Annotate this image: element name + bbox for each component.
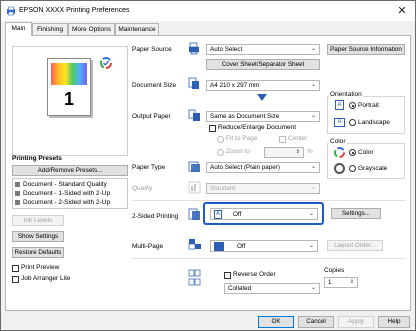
color-label: Color [358, 149, 374, 156]
percent-label: % [307, 148, 313, 155]
preview-page-number: 1 [63, 89, 74, 109]
paper-type-icon [188, 161, 200, 172]
chevron-down-icon: ⌄ [310, 164, 316, 170]
quality-icon [188, 181, 201, 194]
document-size-select[interactable]: A4 210 x 297 mm ⌄ [206, 80, 320, 91]
job-arranger-checkbox[interactable] [12, 276, 19, 283]
show-settings-button[interactable]: Show Settings [12, 231, 64, 242]
print-preview-label: Print Preview [21, 264, 60, 271]
close-icon[interactable]: ✕ [395, 4, 409, 18]
zoom-to-label: Zoom to [226, 148, 250, 155]
fit-to-page-radio[interactable] [217, 136, 224, 143]
multi-page-label: Multi-Page [132, 243, 164, 250]
output-paper-label: Output Paper [132, 113, 171, 120]
color-radio[interactable] [349, 149, 356, 156]
chevron-down-icon: ⌄ [310, 82, 316, 88]
reduce-enlarge-label: Reduce/Enlarge Document [218, 124, 297, 131]
color-circle-icon [334, 147, 345, 158]
color-title: Color [329, 138, 347, 145]
portrait-icon: A [335, 100, 344, 110]
window-title: EPSON XXXX Printing Preferences [19, 7, 130, 14]
two-sided-icon [188, 208, 200, 220]
paper-type-select[interactable]: Auto Select (Plain paper) ⌄ [206, 162, 320, 173]
document-size-icon [188, 77, 199, 89]
orientation-title: Orientation [329, 91, 363, 98]
layout-order-button[interactable]: Layout Order... [327, 240, 383, 251]
reduce-enlarge-checkbox[interactable] [209, 125, 216, 132]
center-checkbox[interactable] [279, 136, 286, 143]
chevron-down-icon: ⌄ [310, 46, 316, 52]
arrow-down-icon [257, 94, 267, 101]
add-remove-presets-button[interactable]: Add/Remove Presets... [12, 165, 128, 176]
grayscale-circle-icon [334, 163, 345, 174]
two-sided-settings-button[interactable]: Settings... [331, 208, 381, 219]
two-sided-select[interactable]: A Off ⌄ [210, 208, 318, 220]
print-preview-checkbox[interactable] [12, 265, 19, 272]
two-sided-label: 2-Sided Printing [132, 213, 179, 220]
reverse-order-label: Reverse Order [233, 271, 276, 278]
portrait-radio[interactable] [349, 102, 356, 109]
quality-select[interactable]: Standard ⌄ [206, 183, 320, 194]
document-icon [15, 182, 20, 187]
printer-app-icon [7, 6, 15, 16]
page-preview: 1 [12, 46, 128, 156]
cover-sheet-button[interactable]: Cover Sheet/Separator Sheet [206, 59, 320, 70]
preview-color-bar [51, 63, 87, 85]
multi-page-icon [188, 239, 201, 250]
collate-select[interactable]: Collated ⌄ [224, 283, 320, 294]
document-size-label: Document Size [132, 82, 177, 89]
reverse-order-checkbox[interactable] [224, 272, 231, 279]
cancel-button[interactable]: Cancel [298, 316, 334, 328]
job-arranger-label: Job Arranger Lite [21, 275, 71, 282]
apply-button[interactable]: Apply [338, 316, 374, 328]
center-label: Center [288, 135, 308, 142]
restore-defaults-button[interactable]: Restore Defaults [12, 247, 64, 258]
landscape-radio[interactable] [349, 119, 356, 126]
copies-input[interactable]: 1 ⇕ [324, 277, 358, 288]
collate-icon [188, 269, 201, 286]
output-paper-select[interactable]: Same as Document Size ⌄ [206, 111, 320, 122]
color-wheel-icon [100, 57, 112, 69]
copies-label: Copies [324, 267, 345, 274]
grayscale-radio[interactable] [349, 165, 356, 172]
portrait-label: Portrait [358, 102, 379, 109]
ok-button[interactable]: OK [258, 316, 294, 328]
document-a-icon: A [214, 210, 222, 219]
paper-tray-icon [189, 42, 199, 55]
multi-page-select[interactable]: Off ⌄ [210, 240, 318, 252]
paper-source-information-button[interactable]: Paper Source Information [327, 44, 405, 55]
printing-preferences-window: EPSON XXXX Printing Preferences ✕ Main F… [0, 0, 416, 331]
tab-main[interactable]: Main [5, 22, 32, 36]
paper-source-select[interactable]: Auto Select ⌄ [206, 44, 320, 55]
paper-type-label: Paper Type [132, 164, 166, 171]
preview-page: 1 [47, 58, 91, 116]
landscape-icon: A [334, 118, 345, 127]
landscape-label: Landscape [358, 119, 390, 126]
spinner-icon: ⇕ [295, 149, 300, 155]
title-bar: EPSON XXXX Printing Preferences ✕ [1, 1, 415, 21]
chevron-down-icon: ⌄ [310, 185, 316, 191]
zoom-percent-input[interactable]: ⇕ [264, 147, 304, 158]
divider [132, 200, 406, 201]
chevron-down-icon: ⌄ [308, 211, 314, 217]
page-icon [214, 242, 224, 251]
document-icon [15, 200, 20, 205]
chevron-down-icon: ⌄ [310, 285, 316, 291]
divider [132, 258, 406, 259]
zoom-to-radio[interactable] [217, 149, 224, 156]
fit-to-page-label: Fit to Page [226, 135, 258, 142]
spinner-icon[interactable]: ⇕ [350, 278, 354, 287]
chevron-down-icon: ⌄ [310, 113, 316, 119]
output-paper-icon [188, 109, 200, 121]
presets-list[interactable]: Document - Standard Quality Document - 1… [12, 178, 128, 209]
chevron-down-icon: ⌄ [308, 243, 314, 249]
document-icon [15, 191, 20, 196]
grayscale-label: Grayscale [358, 165, 388, 172]
presets-title: Printing Presets [12, 155, 62, 162]
quality-label: Quality [132, 185, 153, 192]
paper-source-label: Paper Source [132, 46, 172, 53]
main-panel: 1 Printing Presets Add/Remove Presets...… [5, 35, 411, 311]
help-button[interactable]: Help [378, 316, 410, 328]
ink-levels-button[interactable]: Ink Levels [12, 215, 64, 226]
